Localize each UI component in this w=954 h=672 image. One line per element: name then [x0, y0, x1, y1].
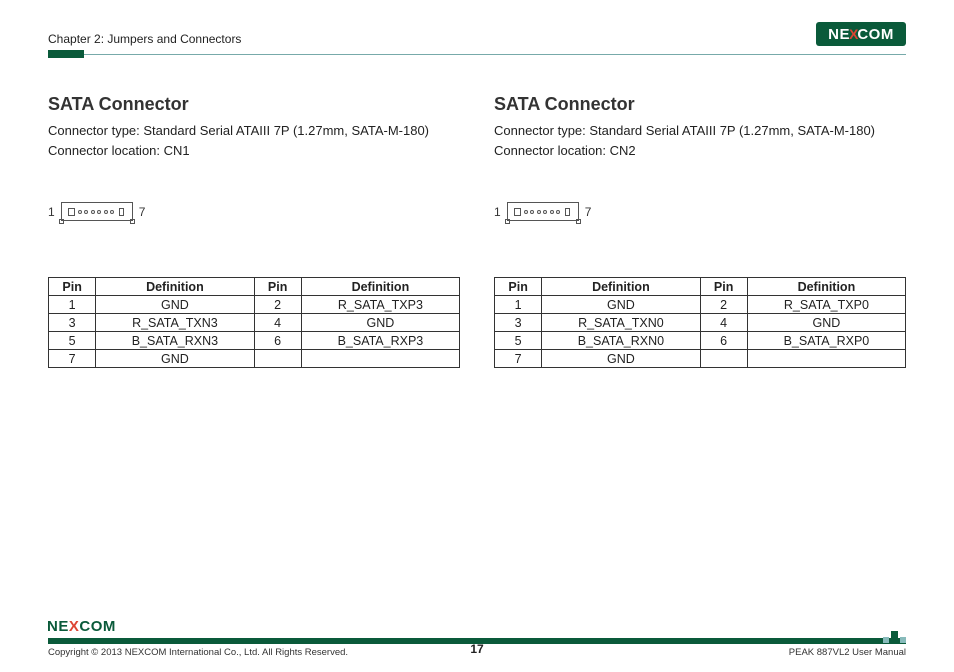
pin-definition-table: Pin Definition Pin Definition 1 GND 2 R_…: [48, 277, 460, 368]
table-row: 1 GND 2 R_SATA_TXP0: [495, 296, 906, 314]
brand-logo: NE X COM: [816, 22, 906, 46]
th-pin: Pin: [700, 278, 747, 296]
connector-type: Connector type: Standard Serial ATAIII 7…: [494, 121, 906, 141]
section-title: SATA Connector: [494, 94, 906, 115]
connector-pin-icon: [550, 210, 554, 214]
cell-pin: 7: [495, 350, 542, 368]
logo-text-com: COM: [857, 26, 894, 43]
cell-pin: 3: [49, 314, 96, 332]
pin-label-right: 7: [139, 205, 146, 219]
cell-pin: 4: [700, 314, 747, 332]
page-number: 17: [0, 642, 954, 656]
cell-def: R_SATA_TXN3: [96, 314, 254, 332]
connector-diagram: 1 7: [494, 202, 906, 221]
cell-def: GND: [542, 350, 700, 368]
cell-def: GND: [96, 350, 254, 368]
logo-text-com: COM: [79, 618, 116, 635]
pin-definition-table: Pin Definition Pin Definition 1 GND 2 R_…: [494, 277, 906, 368]
connector-end-icon: [119, 208, 124, 216]
connector-pin-icon: [543, 210, 547, 214]
header-rule-line: [84, 54, 906, 55]
table-row: 5 B_SATA_RXN0 6 B_SATA_RXP0: [495, 332, 906, 350]
table-row: 7 GND: [495, 350, 906, 368]
th-pin: Pin: [49, 278, 96, 296]
cell-pin: 2: [700, 296, 747, 314]
cell-def: GND: [96, 296, 254, 314]
header-rule-accent: [48, 50, 84, 58]
pin-label-right: 7: [585, 205, 592, 219]
cell-def: B_SATA_RXP0: [747, 332, 905, 350]
table-row: 5 B_SATA_RXN3 6 B_SATA_RXP3: [49, 332, 460, 350]
cell-def: B_SATA_RXN3: [96, 332, 254, 350]
pin-label-left: 1: [494, 205, 501, 219]
footer-brand-logo: NEXCOM: [47, 618, 116, 635]
table-row: 7 GND: [49, 350, 460, 368]
connector-pin-icon: [91, 210, 95, 214]
connector-type: Connector type: Standard Serial ATAIII 7…: [48, 121, 460, 141]
cell-pin: 1: [49, 296, 96, 314]
cell-pin: 4: [254, 314, 301, 332]
cell-pin: 1: [495, 296, 542, 314]
connector-diagram: 1 7: [48, 202, 460, 221]
cell-def: [747, 350, 905, 368]
th-definition: Definition: [96, 278, 254, 296]
table-row: 1 GND 2 R_SATA_TXP3: [49, 296, 460, 314]
connector-pin-icon: [78, 210, 82, 214]
connector-body-icon: [507, 202, 579, 221]
cell-def: GND: [301, 314, 459, 332]
connector-key-icon: [514, 208, 521, 216]
cell-def: GND: [542, 296, 700, 314]
logo-text-ne: NE: [828, 26, 850, 43]
connector-pin-icon: [537, 210, 541, 214]
th-definition: Definition: [747, 278, 905, 296]
chapter-title: Chapter 2: Jumpers and Connectors: [48, 32, 241, 46]
page-footer: NEXCOM Copyright © 2013 NEXCOM Internati…: [0, 638, 954, 658]
cell-pin: 2: [254, 296, 301, 314]
cell-pin: 6: [700, 332, 747, 350]
table-row: 3 R_SATA_TXN3 4 GND: [49, 314, 460, 332]
th-definition: Definition: [301, 278, 459, 296]
connector-pin-icon: [84, 210, 88, 214]
connector-pin-icon: [530, 210, 534, 214]
pin-label-left: 1: [48, 205, 55, 219]
th-definition: Definition: [542, 278, 700, 296]
section-cn2: SATA Connector Connector type: Standard …: [494, 94, 906, 368]
table-header-row: Pin Definition Pin Definition: [495, 278, 906, 296]
page-header: Chapter 2: Jumpers and Connectors NE X C…: [48, 20, 906, 46]
connector-pin-icon: [524, 210, 528, 214]
connector-pin-icon: [104, 210, 108, 214]
th-pin: Pin: [254, 278, 301, 296]
cell-def: GND: [747, 314, 905, 332]
cell-def: B_SATA_RXN0: [542, 332, 700, 350]
cell-pin: 5: [495, 332, 542, 350]
connector-location: Connector location: CN1: [48, 141, 460, 161]
connector-body-icon: [61, 202, 133, 221]
cell-pin: 3: [495, 314, 542, 332]
connector-key-icon: [68, 208, 75, 216]
logo-text-x: X: [69, 618, 80, 635]
connector-pin-icon: [556, 210, 560, 214]
cell-def: R_SATA_TXP0: [747, 296, 905, 314]
table-header-row: Pin Definition Pin Definition: [49, 278, 460, 296]
cell-pin: [254, 350, 301, 368]
th-pin: Pin: [495, 278, 542, 296]
cell-pin: 6: [254, 332, 301, 350]
connector-end-icon: [565, 208, 570, 216]
content-columns: SATA Connector Connector type: Standard …: [48, 94, 906, 368]
cell-def: R_SATA_TXP3: [301, 296, 459, 314]
cell-pin: 5: [49, 332, 96, 350]
connector-pin-icon: [110, 210, 114, 214]
cell-pin: [700, 350, 747, 368]
connector-pin-icon: [97, 210, 101, 214]
section-cn1: SATA Connector Connector type: Standard …: [48, 94, 460, 368]
cell-def: B_SATA_RXP3: [301, 332, 459, 350]
logo-text-ne: NE: [47, 618, 69, 635]
connector-location: Connector location: CN2: [494, 141, 906, 161]
table-row: 3 R_SATA_TXN0 4 GND: [495, 314, 906, 332]
cell-pin: 7: [49, 350, 96, 368]
cell-def: R_SATA_TXN0: [542, 314, 700, 332]
cell-def: [301, 350, 459, 368]
header-rule: [48, 50, 906, 58]
section-title: SATA Connector: [48, 94, 460, 115]
